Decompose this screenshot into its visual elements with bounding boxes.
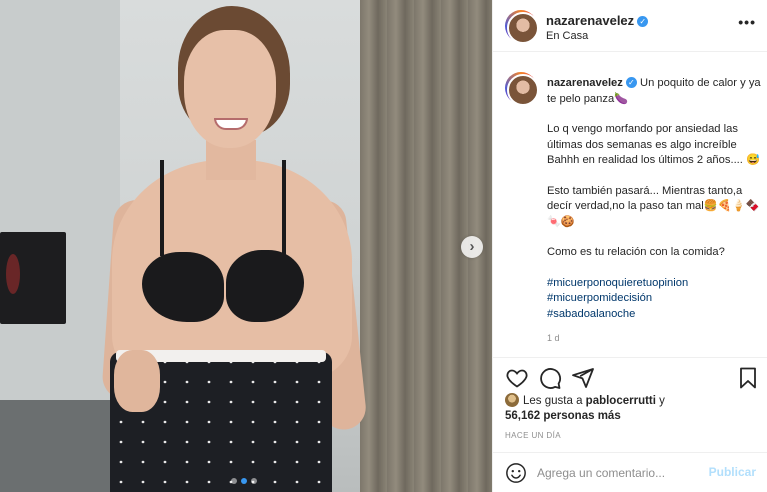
share-icon[interactable] <box>571 366 595 390</box>
post-comment-button[interactable]: Publicar <box>709 465 756 479</box>
caption-avatar[interactable] <box>505 72 537 104</box>
action-bar <box>493 357 767 397</box>
liker-avatar <box>505 393 519 407</box>
person-face <box>184 30 276 148</box>
avatar[interactable] <box>505 10 537 42</box>
comment-input[interactable] <box>537 462 702 484</box>
bra-strap-right <box>282 160 286 256</box>
caption-body: nazarenavelez ✓ Un poquito de calor y ya … <box>547 76 761 347</box>
bookmark-icon[interactable] <box>736 366 760 390</box>
comment-icon[interactable] <box>538 366 562 390</box>
more-options-icon[interactable]: ••• <box>738 14 756 30</box>
hashtag-link[interactable]: #sabadoalanoche <box>547 307 761 323</box>
post-photo[interactable]: › <box>0 0 492 492</box>
carousel-next-button[interactable]: › <box>461 236 483 258</box>
location-link[interactable]: En Casa <box>546 30 588 42</box>
caption-paragraph: Como es tu relación con la comida? <box>547 246 725 258</box>
bra-strap-left <box>160 160 164 256</box>
caption-area: nazarenavelez ✓ Un poquito de calor y ya … <box>493 53 767 357</box>
tv-screen <box>0 232 66 324</box>
hashtag-link[interactable]: #micuerpomidecisión <box>547 291 761 307</box>
hashtag-link[interactable]: #micuerponoquieretuopinion <box>547 276 761 292</box>
header-username-row: nazarenavelez ✓ <box>546 12 649 30</box>
post-header: nazarenavelez ✓ En Casa ••• <box>493 0 767 52</box>
verified-badge-icon: ✓ <box>625 77 637 88</box>
liker-username[interactable]: pablocerrutti <box>586 395 656 407</box>
heart-icon[interactable] <box>505 366 529 390</box>
carousel-dot <box>251 478 257 484</box>
likes-prefix: Les gusta a <box>523 395 583 407</box>
likes-count[interactable]: 56,162 personas más <box>505 410 621 422</box>
caption-username[interactable]: nazarenavelez <box>547 77 623 89</box>
likes-middle: y <box>659 395 665 407</box>
header-username[interactable]: nazarenavelez <box>546 13 634 28</box>
chevron-right-icon: › <box>469 238 475 255</box>
shelf <box>0 400 110 492</box>
caption-paragraph: Esto también pasará... Mientras tanto,a … <box>547 184 760 228</box>
comment-box: Publicar <box>493 452 767 492</box>
post-sidebar: nazarenavelez ✓ En Casa ••• nazarenavelez… <box>492 0 767 492</box>
post-date: HACE UN DÍA <box>505 431 561 440</box>
verified-badge-icon: ✓ <box>637 16 649 27</box>
likes-summary: Les gusta a pablocerrutti y 56,162 perso… <box>505 393 760 424</box>
person-hand-left <box>114 350 160 412</box>
hashtag-list: #micuerponoquieretuopinion #micuerpomide… <box>547 276 761 323</box>
carousel-dot <box>231 478 237 484</box>
caption-paragraph: Lo q vengo morfando por ansiedad las últ… <box>547 123 760 166</box>
caption-timestamp: 1 d <box>547 333 560 343</box>
emoji-icon[interactable] <box>505 462 527 484</box>
carousel-dot <box>241 478 247 484</box>
carousel-indicator <box>231 478 257 484</box>
